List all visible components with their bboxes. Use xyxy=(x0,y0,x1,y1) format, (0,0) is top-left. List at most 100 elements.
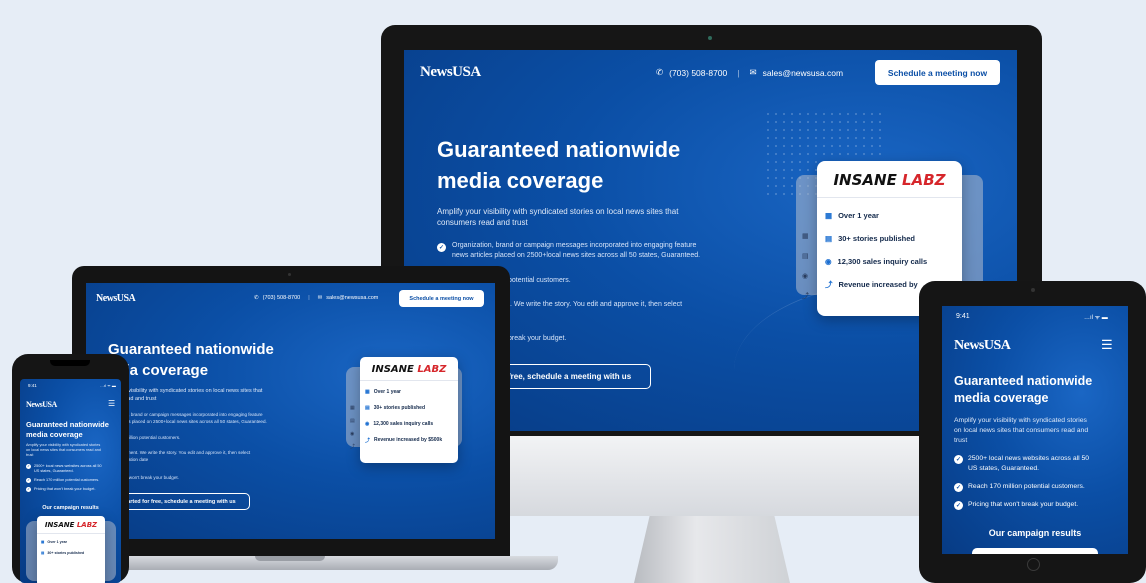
phone-bullet: ✓ Pricing that won't break your budget. xyxy=(26,487,102,492)
bullet-text: Organization, brand or campaign messages… xyxy=(452,242,697,249)
phone-bullets: ✓ 2500+ local news websites across all 50… xyxy=(26,464,102,492)
check-icon: ✓ xyxy=(954,483,963,492)
laptop-screen: NewsUSA ✆ (703) 508-8700 | ✉ sales@newsu… xyxy=(86,283,495,539)
tablet-menu-icon[interactable]: ☰ xyxy=(1101,337,1113,353)
subtitle-line: trust xyxy=(954,437,968,444)
stat-duration: ▦ Over 1 year xyxy=(41,536,101,547)
tablet-bullet: ✓ Pricing that won't break your budget. xyxy=(954,500,1089,510)
subtitle-line: on local news sites that consumers read … xyxy=(954,427,1089,434)
hero-bullet-4: break your budget. xyxy=(508,335,567,342)
campaign-card-laptop: INSANE LABZ ▦ Over 1 year ▤ 30+ stories pu… xyxy=(360,357,458,463)
check-icon: ✓ xyxy=(26,478,31,483)
phone-status-icons: …ıl ᯤ ▬ xyxy=(100,383,116,388)
bullet-text: publication date xyxy=(116,457,149,462)
tablet-home-button[interactable] xyxy=(1027,558,1040,571)
client-logo-part2: LABZ xyxy=(902,171,946,189)
document-icon: ▤ xyxy=(365,405,370,411)
get-started-button[interactable]: free, schedule a meeting with us xyxy=(499,364,651,389)
stat-duration: ▦ Over 1 year xyxy=(365,384,453,400)
stat-label: 30+ stories published xyxy=(373,405,426,411)
hero-title: Guaranteed nationwide media coverage xyxy=(437,134,680,196)
bullet-text: 2500+ local news websites across all 50 xyxy=(968,455,1090,462)
phone-icon: ✆ xyxy=(254,295,259,301)
tablet-bullet: ✓ Reach 170 million potential customers. xyxy=(954,482,1089,492)
phone-menu-icon[interactable]: ☰ xyxy=(108,399,115,408)
stat-calls: ◉ 12,300 sales inquiry calls xyxy=(825,250,954,273)
check-icon: ✓ xyxy=(954,501,963,510)
header-contact: ✆ (703) 508-8700 | ✉ sales@newsusa.com xyxy=(656,67,843,78)
calendar-icon: ▦ xyxy=(41,539,45,544)
tablet-results-heading: Our campaign results xyxy=(988,528,1082,538)
stat-duration: ▦ Over 1 year xyxy=(825,204,954,227)
tablet-camera xyxy=(1031,288,1035,292)
laptop-notch xyxy=(255,556,325,561)
phone-number[interactable]: (703) 508-8700 xyxy=(263,295,301,301)
client-logo-part2: LABZ xyxy=(417,364,447,375)
subtitle-line: trust xyxy=(26,453,34,457)
campaign-card-phone: INSANE LABZ ▦ Over 1 year ▤ 30+ stories pu… xyxy=(37,516,105,583)
stat-label: 30+ stories published xyxy=(838,234,915,243)
client-logo-part1: INSANE xyxy=(371,364,418,375)
phone-logo[interactable]: NewsUSA xyxy=(26,400,57,409)
monitor-camera xyxy=(708,36,712,40)
email-icon: ✉ xyxy=(317,295,323,301)
bullet-text: 170 million potential customers. xyxy=(116,435,181,440)
laptop-hero-title: Guaranteed nationwide edia coverage xyxy=(108,339,274,381)
bullet-text: implement. We write the story. You edit … xyxy=(116,450,251,455)
stat-label: Revenue increased by xyxy=(838,280,918,289)
tablet-card-peek xyxy=(972,548,1098,554)
phone-hero-subtitle: Amplify your visibility with syndicated … xyxy=(26,443,101,458)
stat-revenue: ⤴ Revenue increased by $500k xyxy=(365,432,453,448)
chart-icon: ⤴ xyxy=(365,437,371,444)
hero-title-line1: Guaranteed nationwide xyxy=(437,137,681,162)
check-icon: ✓ xyxy=(437,243,446,252)
phone-icon: ✆ xyxy=(656,67,664,77)
hero-subtitle: Amplify your visibility with syndicated … xyxy=(437,206,678,228)
bullet-text: zation, brand or campaign messages incor… xyxy=(116,412,263,417)
tablet-status-icons: …ıl ᯤ ▬ xyxy=(1084,315,1108,321)
client-logo-part1: INSANE xyxy=(833,171,903,189)
hero-title-line1: Guaranteed nationwide xyxy=(954,374,1093,388)
bullet-text: articles placed on 2500+local news sites… xyxy=(116,419,267,424)
hero-subtitle-line1: Amplify your visibility with syndicated … xyxy=(437,207,679,216)
tablet-bullets: ✓ 2500+ local news websites across all 50… xyxy=(954,454,1089,510)
ghost-icons: ▦ ▤ ◉ ⤴ xyxy=(802,233,809,300)
tablet-bullet: ✓ 2500+ local news websites across all 50… xyxy=(954,454,1089,474)
bullet-text: Pricing that won't break your budget. xyxy=(968,501,1079,508)
ghost-icons: ▦ ▤ ◉ ⤴ xyxy=(350,405,356,450)
bullet-text: US states, Guaranteed. xyxy=(968,465,1040,472)
hero-title-line2: media coverage xyxy=(26,430,83,439)
laptop-header-contact: ✆ (703) 508-8700 | ✉ sales@newsusa.com xyxy=(254,295,378,301)
tablet-status-time: 9:41 xyxy=(956,313,970,320)
logo[interactable]: NewsUSA xyxy=(420,64,481,81)
header-separator: | xyxy=(737,67,740,78)
bullet-text: Reach 170 million potential customers. xyxy=(34,478,100,482)
subtitle-line: on local news sites that consumers read … xyxy=(26,448,101,452)
stat-label: 30+ stories published xyxy=(47,550,85,555)
stat-calls: ◉ 12,300 sales inquiry calls xyxy=(365,416,453,432)
laptop-bullets: zation, brand or campaign messages incor… xyxy=(116,411,267,481)
tablet-logo[interactable]: NewsUSA xyxy=(954,338,1011,354)
monitor-stand xyxy=(634,516,790,583)
laptop-camera xyxy=(288,273,291,276)
subtitle-line: Amplify your visibility with syndicated … xyxy=(954,417,1087,424)
stat-label: Revenue increased by $500k xyxy=(374,437,443,443)
hero-title-line1: Guaranteed nationwide xyxy=(108,341,274,358)
stat-label: Over 1 year xyxy=(373,389,401,395)
phone-status-time: 9:41 xyxy=(28,383,37,388)
phone-bullet: ✓ 2500+ local news websites across all 50… xyxy=(26,464,102,474)
phone-results-heading: Our campaign results xyxy=(42,505,99,511)
laptop-schedule-button[interactable]: Schedule a meeting now xyxy=(399,290,484,307)
schedule-meeting-button[interactable]: Schedule a meeting now xyxy=(875,60,1000,85)
client-logo-part1: INSANE xyxy=(44,521,77,529)
phone-number[interactable]: (703) 508-8700 xyxy=(669,68,727,78)
stat-stories: ▤ 30+ stories published xyxy=(825,227,954,250)
laptop-get-started-button[interactable]: started for free, schedule a meeting wit… xyxy=(108,493,250,510)
check-icon: ✓ xyxy=(26,464,31,469)
email-link[interactable]: sales@newsusa.com xyxy=(763,68,843,78)
document-icon: ▤ xyxy=(825,234,833,243)
laptop-logo[interactable]: NewsUSA xyxy=(96,293,136,304)
subtitle-line: re read and trust xyxy=(116,396,157,402)
hero-bullet-1: ✓ Organization, brand or campaign messag… xyxy=(437,241,700,261)
email-link[interactable]: sales@newsusa.com xyxy=(326,295,378,301)
